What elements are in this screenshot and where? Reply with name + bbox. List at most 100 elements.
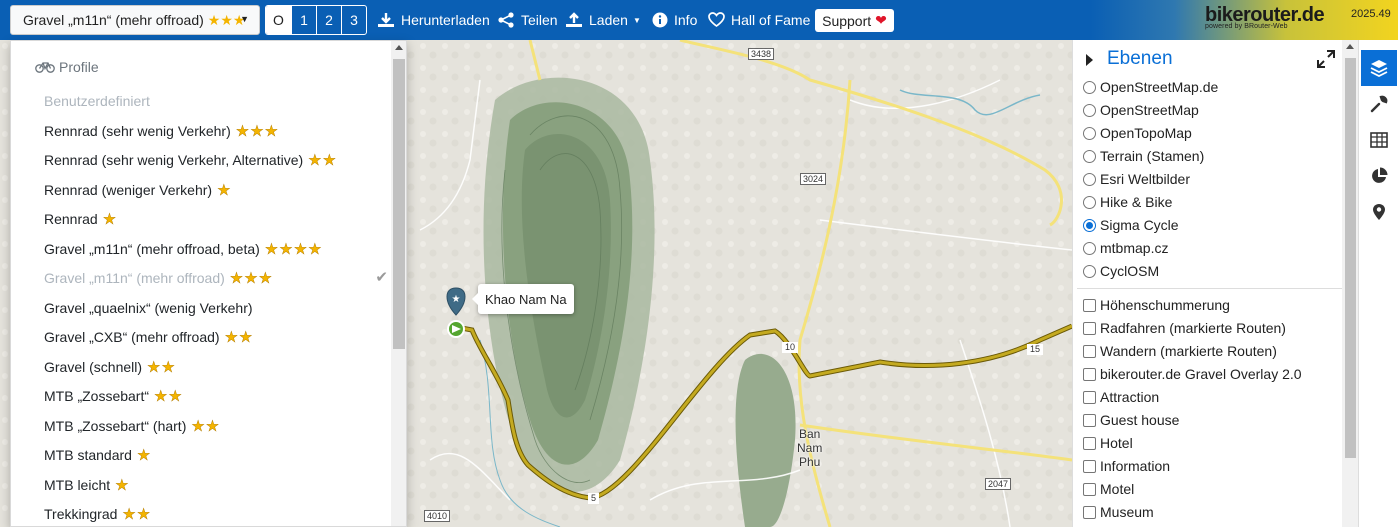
profile-menu-item[interactable]: Rennrad (sehr wenig Verkehr, Alternative… [44, 150, 337, 170]
overlay-option[interactable]: Information [1083, 456, 1170, 476]
overlay-option[interactable]: Museum [1083, 502, 1154, 522]
alternative-button-0[interactable]: O [266, 6, 291, 34]
fullscreen-expand-icon[interactable] [1317, 50, 1335, 68]
checkbox[interactable] [1083, 413, 1096, 427]
base-layer-option[interactable]: Sigma Cycle [1083, 215, 1179, 235]
profile-item-label: Gravel „quaelnix“ (wenig Verkehr) [44, 300, 253, 316]
base-layer-option[interactable]: CyclOSM [1083, 261, 1159, 281]
radio-button[interactable] [1083, 172, 1096, 186]
checkbox[interactable] [1083, 505, 1096, 519]
rating-stars-icon: ★★ [122, 506, 152, 523]
tab-table[interactable] [1361, 122, 1397, 158]
overlay-option[interactable]: Hotel [1083, 433, 1133, 453]
layer-label: OpenStreetMap [1100, 102, 1199, 118]
profile-item-label: MTB leicht [44, 477, 111, 493]
tab-settings[interactable] [1361, 86, 1397, 122]
overlay-option[interactable]: Guest house [1083, 410, 1179, 430]
profile-menu-item[interactable]: Rennrad ★ [44, 209, 117, 229]
profile-menu-item[interactable]: Trekkingrad ★★ [44, 504, 151, 524]
profile-item-label: MTB „Zossebart“ [44, 388, 150, 404]
download-button[interactable]: Herunterladen [377, 0, 490, 40]
radio-button[interactable] [1083, 103, 1096, 117]
rating-stars-icon: ★ [102, 211, 118, 228]
scrollbar-thumb[interactable] [393, 59, 405, 349]
tab-layers[interactable] [1361, 50, 1397, 86]
info-label: Info [674, 12, 698, 28]
layer-label: Sigma Cycle [1100, 217, 1179, 233]
radio-button[interactable] [1083, 149, 1096, 163]
layers-panel: Ebenen OpenStreetMap.de OpenStreetMap Open… [1072, 40, 1358, 527]
base-layer-option[interactable]: Hike & Bike [1083, 192, 1172, 212]
profile-item-label: Rennrad (weniger Verkehr) [44, 182, 213, 198]
alternative-button-1[interactable]: 1 [291, 6, 316, 34]
radio-button[interactable] [1083, 241, 1096, 255]
profile-menu-item[interactable]: Gravel „m11n“ (mehr offroad) ★★★ [44, 268, 273, 288]
checkbox[interactable] [1083, 321, 1096, 335]
base-layer-option[interactable]: OpenStreetMap.de [1083, 77, 1218, 97]
profile-menu-item[interactable]: MTB standard ★ [44, 445, 151, 465]
alternative-button-2[interactable]: 2 [316, 6, 341, 34]
rating-stars-icon: ★★★★ [264, 241, 323, 258]
road-shield: 3024 [800, 173, 827, 185]
checkbox[interactable] [1083, 390, 1096, 404]
scroll-up-arrow-icon[interactable] [395, 45, 403, 50]
collapse-triangle-icon[interactable] [1086, 54, 1093, 66]
bicycle-icon [35, 62, 55, 73]
profile-menu-item[interactable]: Rennrad (sehr wenig Verkehr) ★★★ [44, 121, 279, 141]
overlay-option[interactable]: Wandern (markierte Routen) [1083, 341, 1277, 361]
scrollbar-thumb[interactable] [1345, 58, 1356, 458]
checkbox[interactable] [1083, 436, 1096, 450]
checkbox[interactable] [1083, 367, 1096, 381]
profile-menu-item[interactable]: MTB „Zossebart“ (hart) ★★ [44, 416, 220, 436]
overlay-option[interactable]: bikerouter.de Gravel Overlay 2.0 [1083, 364, 1302, 384]
base-layer-option[interactable]: OpenTopoMap [1083, 123, 1192, 143]
base-layer-option[interactable]: Terrain (Stamen) [1083, 146, 1204, 166]
profile-menu-item[interactable]: MTB „Zossebart“ ★★ [44, 386, 183, 406]
profile-menu-scrollbar[interactable] [391, 41, 406, 526]
base-layer-option[interactable]: mtbmap.cz [1083, 238, 1168, 258]
checkbox[interactable] [1083, 482, 1096, 496]
profile-header-label: Profile [59, 59, 99, 75]
profile-menu-item[interactable]: Gravel „quaelnix“ (wenig Verkehr) [44, 298, 253, 318]
info-icon [652, 12, 668, 28]
overlay-option[interactable]: Attraction [1083, 387, 1159, 407]
checkbox[interactable] [1083, 344, 1096, 358]
overlay-option[interactable]: Motel [1083, 479, 1134, 499]
profile-menu-item[interactable]: Rennrad (weniger Verkehr) ★ [44, 180, 232, 200]
radio-button[interactable] [1083, 218, 1096, 232]
layers-scrollbar[interactable] [1342, 40, 1358, 527]
load-dropdown-button[interactable]: Laden ▼ [565, 0, 641, 40]
hall-of-fame-button[interactable]: Hall of Fame [708, 0, 810, 40]
share-button[interactable]: Teilen [497, 0, 558, 40]
map-marker-icon [1373, 204, 1385, 220]
info-button[interactable]: Info [652, 0, 697, 40]
radio-button[interactable] [1083, 195, 1096, 209]
custom-profile-item: Benutzerdefiniert [44, 91, 150, 111]
radio-button[interactable] [1083, 80, 1096, 94]
brand-logo[interactable]: bikerouter.de powered by BRouter-Web 202… [1205, 4, 1391, 30]
base-layer-option[interactable]: OpenStreetMap [1083, 100, 1199, 120]
checkbox[interactable] [1083, 298, 1096, 312]
overlay-label: bikerouter.de Gravel Overlay 2.0 [1100, 366, 1302, 382]
profile-menu-item[interactable]: Gravel „m11n“ (mehr offroad, beta) ★★★★ [44, 239, 323, 259]
support-label: Support [822, 12, 872, 29]
radio-button[interactable] [1083, 264, 1096, 278]
tab-pois[interactable] [1361, 194, 1397, 230]
overlay-option[interactable]: Radfahren (markierte Routen) [1083, 318, 1286, 338]
base-layer-option[interactable]: Esri Weltbilder [1083, 169, 1190, 189]
tab-statistics[interactable] [1361, 158, 1397, 194]
alternative-button-3[interactable]: 3 [341, 6, 366, 34]
profile-menu-item[interactable]: Gravel „CXB“ (mehr offroad) ★★ [44, 327, 253, 347]
overlay-option[interactable]: Höhenschummerung [1083, 295, 1230, 315]
radio-button[interactable] [1083, 126, 1096, 140]
download-icon [378, 13, 394, 27]
support-button[interactable]: Support ❤ [815, 9, 894, 32]
scroll-up-arrow-icon[interactable] [1346, 44, 1354, 49]
layers-title[interactable]: Ebenen [1107, 48, 1173, 70]
profile-dropdown-button[interactable]: Gravel „m11n“ (mehr offroad) ★★★ ▼ [10, 5, 260, 35]
profile-menu-item[interactable]: MTB leicht ★ [44, 475, 130, 495]
rating-stars-icon: ★★ [308, 152, 338, 169]
profile-item-label: Gravel „CXB“ (mehr offroad) [44, 329, 220, 345]
checkbox[interactable] [1083, 459, 1096, 473]
profile-menu-item[interactable]: Gravel (schnell) ★★ [44, 357, 176, 377]
